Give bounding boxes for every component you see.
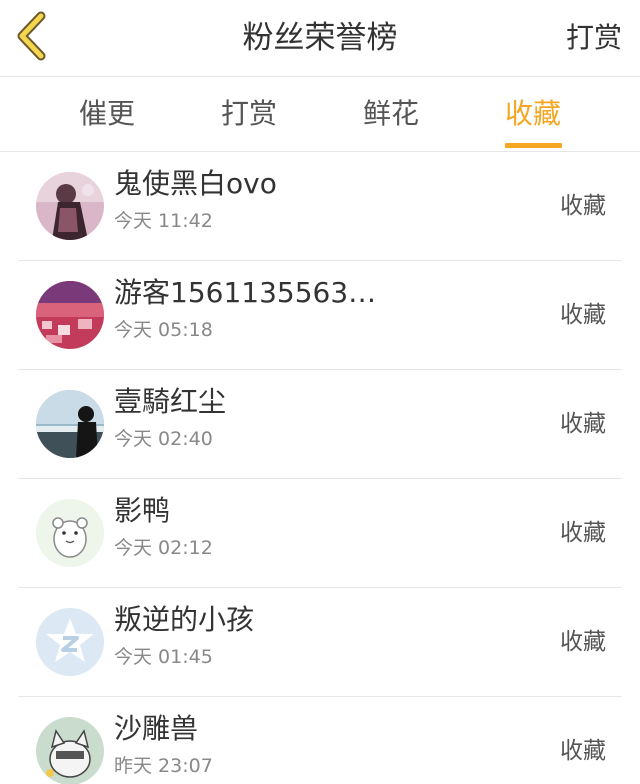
avatar	[36, 608, 104, 676]
list-item[interactable]: 影鸭 今天 02:12 收藏	[18, 479, 622, 588]
timestamp: 今天 01:45	[114, 646, 213, 668]
list-item[interactable]: 游客1561135563… 今天 05:18 收藏	[18, 261, 622, 370]
row-action-label: 收藏	[560, 411, 606, 437]
timestamp: 今天 11:42	[114, 210, 213, 232]
timestamp: 昨天 23:07	[114, 755, 213, 777]
row-action-label: 收藏	[560, 629, 606, 655]
app-header: 粉丝荣誉榜 打赏	[0, 0, 640, 77]
list-item[interactable]: 壹騎红尘 今天 02:40 收藏	[18, 370, 622, 479]
tab-urge[interactable]: 催更	[62, 77, 152, 151]
tab-reward[interactable]: 打赏	[204, 77, 294, 151]
tab-bar: 催更 打赏 鲜花 收藏	[0, 77, 640, 152]
avatar	[36, 499, 104, 567]
user-name: 壹騎红尘	[114, 385, 227, 418]
tab-favorites[interactable]: 收藏	[488, 77, 578, 151]
user-name: 鬼使黑白ovo	[114, 167, 277, 200]
timestamp: 今天 02:40	[114, 428, 213, 450]
list-item[interactable]: 沙雕兽 昨天 23:07 收藏	[18, 697, 622, 784]
list-item[interactable]: 鬼使黑白ovo 今天 11:42 收藏	[18, 152, 622, 261]
user-name: 叛逆的小孩	[114, 603, 255, 636]
user-name: 影鸭	[114, 494, 171, 527]
timestamp: 今天 05:18	[114, 319, 213, 341]
user-name: 游客1561135563…	[114, 276, 377, 309]
fan-list: 鬼使黑白ovo 今天 11:42 收藏 游客1561135563… 今天 05:…	[0, 152, 640, 784]
avatar	[36, 281, 104, 349]
row-action-label: 收藏	[560, 738, 606, 764]
avatar	[36, 390, 104, 458]
user-name: 沙雕兽	[114, 712, 199, 745]
reward-button[interactable]: 打赏	[566, 0, 622, 76]
row-action-label: 收藏	[560, 302, 606, 328]
row-action-label: 收藏	[560, 193, 606, 219]
page-title: 粉丝荣誉榜	[242, 20, 398, 56]
avatar	[36, 717, 104, 784]
row-action-label: 收藏	[560, 520, 606, 546]
tab-flowers[interactable]: 鲜花	[346, 77, 436, 151]
timestamp: 今天 02:12	[114, 537, 213, 559]
list-item[interactable]: 叛逆的小孩 今天 01:45 收藏	[18, 588, 622, 697]
avatar	[36, 172, 104, 240]
